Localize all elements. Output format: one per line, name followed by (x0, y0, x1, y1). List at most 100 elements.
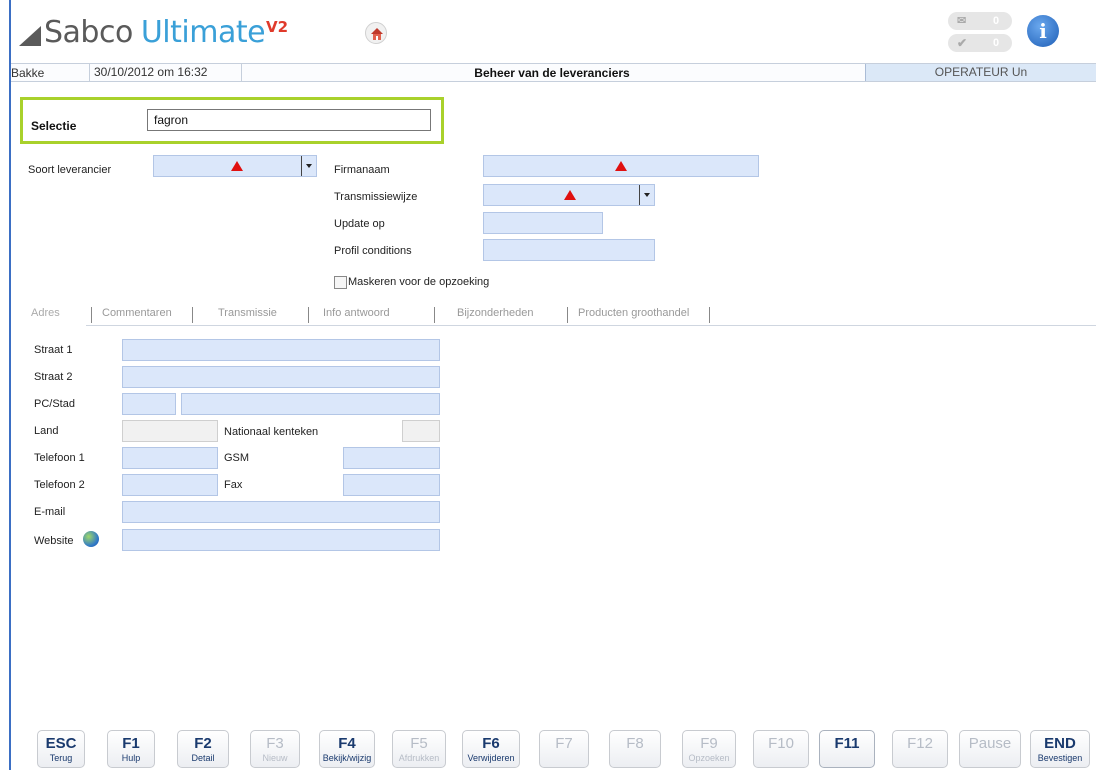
fkey-sub: Nieuw (262, 753, 288, 763)
end-key-button[interactable]: END Bevestigen (1030, 730, 1090, 768)
profil-conditions-label: Profil conditions (334, 245, 412, 257)
tab-adres[interactable]: Adres (23, 307, 60, 325)
telefoon1-label: Telefoon 1 (34, 452, 85, 464)
fkey-label: F1 (122, 735, 140, 752)
page-title: Beheer van de leveranciers (474, 66, 630, 80)
land-label: Land (34, 425, 59, 437)
required-marker-icon (231, 161, 243, 171)
f10-key-button[interactable]: F10 (753, 730, 809, 768)
tab-bijzonderheden[interactable]: Bijzonderheden (449, 307, 533, 325)
mask-checkbox[interactable] (334, 276, 347, 289)
fkey-label: ESC (45, 735, 77, 752)
straat1-field[interactable] (122, 339, 440, 361)
tab-transmissie[interactable]: Transmissie (210, 307, 277, 325)
current-datetime: 30/10/2012 om 16:32 (89, 64, 242, 81)
chevron-down-icon[interactable] (639, 185, 654, 205)
required-marker-icon (615, 161, 627, 171)
home-icon (371, 28, 383, 40)
email-field[interactable] (122, 501, 440, 523)
soort-leverancier-label: Soort leverancier (28, 164, 112, 176)
fax-field[interactable] (343, 474, 440, 496)
website-field[interactable] (122, 529, 440, 551)
required-marker-icon (564, 190, 576, 200)
gsm-field[interactable] (343, 447, 440, 469)
firmanaam-field[interactable] (483, 155, 759, 177)
f5-key-button[interactable]: F5 Afdrukken (392, 730, 446, 768)
fkey-sub: Terug (49, 753, 73, 763)
telefoon2-label: Telefoon 2 (34, 479, 85, 491)
straat2-field[interactable] (122, 366, 440, 388)
profil-conditions-field[interactable] (483, 239, 655, 261)
operator-name: OPERATEUR Un (865, 64, 1096, 81)
website-label: Website (34, 535, 74, 547)
esc-key-button[interactable]: ESC Terug (37, 730, 85, 768)
sabco-logo: Sabco Ultimate V2 (17, 10, 288, 50)
fkey-label: F11 (834, 735, 860, 752)
tab-producten-groothandel[interactable]: Producten groothandel (570, 307, 689, 325)
telefoon2-field[interactable] (122, 474, 218, 496)
chevron-down-icon[interactable] (301, 156, 316, 176)
app-header: Sabco Ultimate V2 ✉ 0 ✔ 0 i (11, 0, 1096, 62)
tab-separator (567, 307, 568, 323)
fkey-label: F9 (700, 735, 718, 752)
f3-key-button[interactable]: F3 Nieuw (250, 730, 300, 768)
f6-key-button[interactable]: F6 Verwijderen (462, 730, 520, 768)
pcstad-label: PC/Stad (34, 398, 75, 410)
fkey-label: F5 (410, 735, 428, 752)
f2-key-button[interactable]: F2 Detail (177, 730, 229, 768)
fkey-label: F10 (768, 735, 794, 752)
f4-key-button[interactable]: F4 Bekijk/wijzig (319, 730, 375, 768)
fkey-label: F3 (266, 735, 284, 752)
tab-separator (91, 307, 92, 323)
tab-separator (709, 307, 710, 323)
tab-bar: Adres Commentaren Transmissie Info antwo… (14, 304, 914, 326)
fkey-sub: Bevestigen (1037, 753, 1083, 763)
nationaal-kenteken-field[interactable] (402, 420, 440, 442)
update-op-label: Update op (334, 218, 385, 230)
f1-key-button[interactable]: F1 Hulp (107, 730, 155, 768)
soort-leverancier-select[interactable] (153, 155, 317, 177)
status-bar: Bakke 30/10/2012 om 16:32 Beheer van de … (11, 63, 1096, 82)
left-rail (9, 0, 11, 770)
messages-indicator[interactable]: ✉ 0 (948, 12, 1012, 30)
app-window: Sabco Ultimate V2 ✉ 0 ✔ 0 i Bakke 30/10/… (0, 0, 1096, 770)
straat1-label: Straat 1 (34, 344, 73, 356)
mask-label: Maskeren voor de opzoeking (348, 276, 490, 288)
f8-key-button[interactable]: F8 (609, 730, 661, 768)
gsm-label: GSM (224, 452, 250, 464)
tab-commentaren[interactable]: Commentaren (94, 307, 172, 325)
firmanaam-label: Firmanaam (334, 164, 390, 176)
info-button[interactable]: i (1027, 15, 1059, 47)
globe-icon[interactable] (83, 531, 99, 547)
pause-key-button[interactable]: Pause (959, 730, 1021, 768)
f9-key-button[interactable]: F9 Opzoeken (682, 730, 736, 768)
tab-underline (86, 325, 1096, 326)
fkey-label: END (1044, 735, 1076, 752)
f7-key-button[interactable]: F7 (539, 730, 589, 768)
nationaal-kenteken-label: Nationaal kenteken (224, 426, 319, 438)
fkey-label: F7 (555, 735, 573, 752)
tasks-indicator[interactable]: ✔ 0 (948, 34, 1012, 52)
straat2-label: Straat 2 (34, 371, 73, 383)
postcode-field[interactable] (122, 393, 176, 415)
selection-label: Selectie (31, 119, 77, 133)
f12-key-button[interactable]: F12 (892, 730, 948, 768)
fkey-label: F12 (907, 735, 933, 752)
home-button[interactable] (365, 22, 387, 44)
transmissiewijze-select[interactable] (483, 184, 655, 206)
f11-key-button[interactable]: F11 (819, 730, 875, 768)
update-op-field[interactable] (483, 212, 603, 234)
fkey-label: F8 (626, 735, 644, 752)
selection-box: Selectie (20, 97, 444, 144)
tasks-count: 0 (993, 37, 1000, 49)
telefoon1-field[interactable] (122, 447, 218, 469)
tab-separator (192, 307, 193, 323)
tab-info-antwoord[interactable]: Info antwoord (315, 307, 390, 325)
selection-input[interactable] (147, 109, 431, 131)
stad-field[interactable] (181, 393, 440, 415)
current-user: Bakke (11, 66, 45, 80)
fkey-sub: Verwijderen (467, 753, 515, 763)
fkey-label: F6 (482, 735, 500, 752)
fkey-sub: Bekijk/wijzig (322, 753, 372, 763)
land-field[interactable] (122, 420, 218, 442)
